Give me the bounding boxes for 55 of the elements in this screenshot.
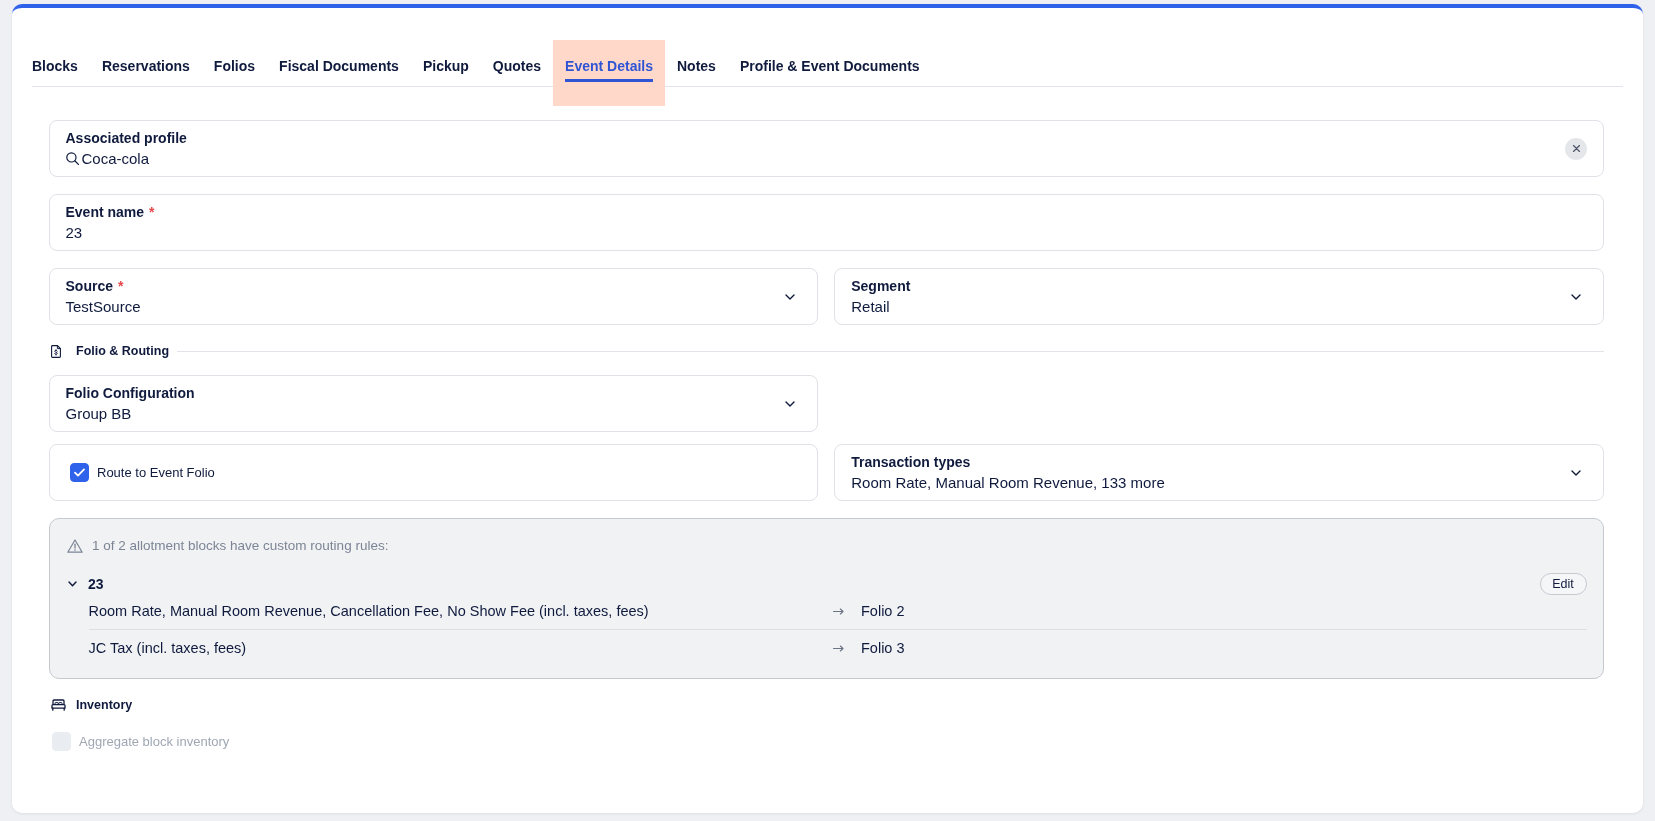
field-label: Folio Configuration (65, 384, 195, 402)
chevron-down-icon (785, 400, 796, 407)
tab[interactable]: Blocks (20, 40, 90, 106)
profile-search-field[interactable]: Associated profile Coca-cola (48, 120, 1604, 177)
tab[interactable]: Profile & Event Documents (727, 40, 932, 106)
required-mark: * (117, 277, 124, 295)
field-value: Room Rate, Manual Room Revenue, 133 more (851, 472, 1165, 492)
tab[interactable]: Folios (201, 40, 268, 106)
dropdown-field[interactable]: Transaction types Room Rate, Manual Room Revenue, 133 more (834, 444, 1604, 501)
search-icon (65, 151, 79, 165)
notice-text: 1 of 2 allotment blocks have custom routing rules: (92, 537, 389, 555)
tab[interactable]: Notes (665, 40, 728, 106)
rule-charges: Room Rate, Manual Room Revenue, Cancellation Fee, No Show Fee (incl. taxes, fees) (88, 602, 649, 621)
document-icon (51, 344, 61, 358)
chevron-down-icon (785, 293, 796, 300)
arrow-right-icon (833, 644, 844, 652)
checkmark-icon (74, 468, 85, 477)
field-label: Source (65, 277, 113, 295)
tab[interactable]: Fiscal Documents (267, 40, 411, 106)
required-mark: * (149, 203, 155, 221)
block-name: 23 (88, 575, 104, 593)
chevron-down-icon (1571, 293, 1581, 300)
rule-target: Folio 2 (861, 602, 905, 621)
warning-icon (67, 539, 83, 553)
rule-target: Folio 3 (861, 639, 905, 658)
checkbox-label: Aggregate block inventory (79, 733, 230, 750)
tab[interactable]: Reservations (89, 40, 202, 106)
section-title: Inventory (76, 697, 133, 713)
field-value: Group BB (65, 403, 132, 423)
checkbox-label: Route to Event Folio (97, 464, 215, 481)
field-value: 23 (65, 222, 83, 242)
dropdown-field[interactable]: Segment Retail (834, 268, 1604, 325)
close-icon (1572, 145, 1580, 152)
field-value: Coca-cola (81, 148, 150, 168)
arrow-right-icon (833, 607, 844, 615)
tab[interactable]: Quotes (480, 40, 554, 106)
chevron-down-icon (1571, 469, 1581, 476)
dropdown-field[interactable]: Folio Configuration Group BB (48, 375, 819, 432)
tab[interactable]: Event Details (553, 40, 665, 106)
dropdown-field[interactable]: Source * TestSource (48, 268, 819, 325)
chevron-icon[interactable] (68, 581, 77, 587)
field-value: TestSource (65, 296, 141, 316)
event-name-input[interactable]: Event name * 23 (48, 194, 1604, 251)
clear-button[interactable] (1565, 137, 1587, 160)
edit-button[interactable]: Edit (1539, 573, 1587, 595)
bed-icon (51, 699, 66, 711)
field-label: Segment (851, 277, 911, 295)
tab[interactable]: Pickup (410, 40, 481, 106)
field-value: Retail (851, 296, 890, 316)
checkbox[interactable] (70, 463, 89, 482)
rule-charges: JC Tax (incl. taxes, fees) (88, 639, 247, 658)
section-title: Folio & Routing (76, 343, 170, 359)
field-label: Transaction types (851, 453, 971, 471)
field-label: Associated profile (65, 129, 187, 147)
field-label: Event name (65, 203, 145, 221)
